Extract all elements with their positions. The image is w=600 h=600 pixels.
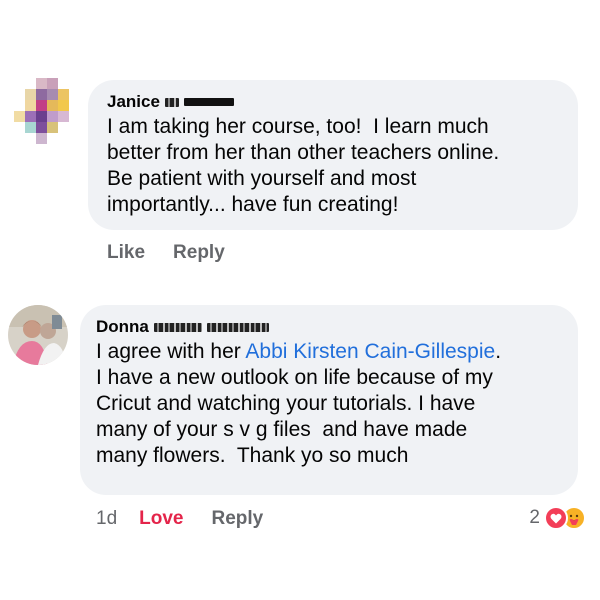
reaction-count: 2 [529, 507, 540, 528]
reply-button[interactable]: Reply [173, 242, 225, 264]
comment-bubble: Donna I agree with her Abbi Kirsten Cain… [80, 305, 578, 495]
redacted-name-part [183, 98, 234, 106]
redacted-name-part [206, 322, 269, 332]
comment-text-segment: I agree with her [96, 340, 246, 363]
tagged-user-link[interactable]: Abbi Kirsten Cain-Gillespie [245, 340, 495, 363]
redacted-name-part [164, 97, 179, 107]
comment-actions: 1d Love Reply [96, 508, 291, 530]
comment-author[interactable]: Donna [96, 317, 560, 337]
like-button[interactable]: Like [107, 242, 145, 264]
author-name[interactable]: Janice [107, 92, 160, 112]
comment-author[interactable]: Janice [107, 92, 560, 112]
comment-timestamp[interactable]: 1d [96, 508, 117, 530]
redacted-name-part [153, 322, 202, 332]
reply-button[interactable]: Reply [212, 508, 264, 530]
comment-bubble: Janice I am taking her course, too! I le… [88, 80, 578, 230]
reaction-summary[interactable]: 2 [529, 506, 586, 530]
avatar-donna[interactable] [8, 305, 68, 365]
love-button[interactable]: Love [139, 508, 183, 530]
comment-text: I am taking her course, too! I learn muc… [107, 115, 500, 216]
author-name[interactable]: Donna [96, 317, 149, 337]
comment-actions: Like Reply [107, 242, 253, 264]
love-icon [544, 506, 568, 530]
avatar-janice[interactable] [14, 78, 80, 144]
comment-text: I agree with her Abbi Kirsten Cain-Gille… [96, 339, 560, 469]
